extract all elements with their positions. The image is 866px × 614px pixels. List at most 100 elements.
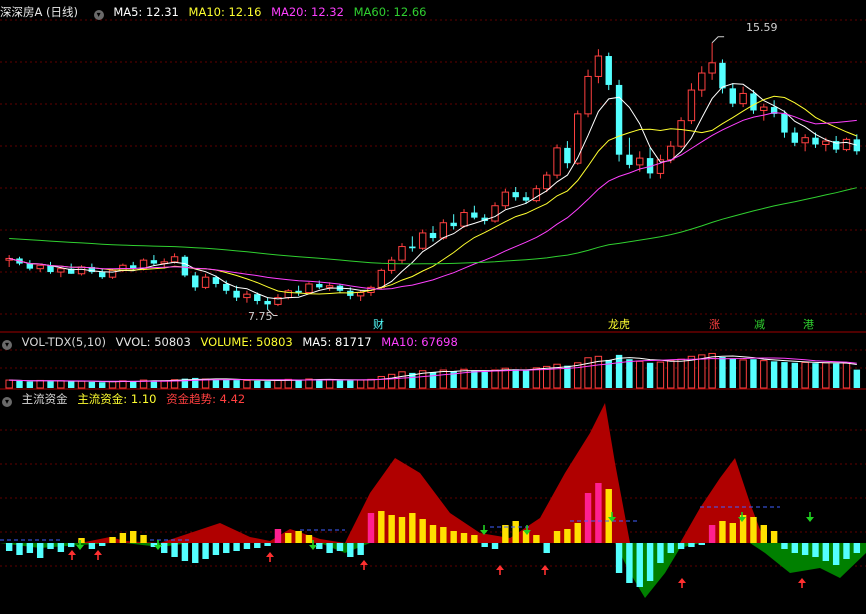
volume-bar-up [387,373,396,389]
main-fund-bar [67,543,75,547]
event-marker-cai[interactable]: 财 [373,318,384,331]
main-fund-bar [760,525,767,543]
main-fund-bar [584,493,592,543]
main-fund-bar [419,519,426,543]
volume-bar-up [243,379,251,389]
high-price-label: 15.59 [746,21,778,34]
main-fund-bar [243,543,251,549]
candle-body-up [687,89,696,122]
volume-panel-header: ▾ VOL-TDX(5,10) VVOL: 50803 VOLUME: 5080… [0,334,464,350]
candle-body-down [750,93,757,111]
volume-bar-up [5,379,13,389]
volume-bar-down [481,371,488,388]
volume-bar-up [822,362,830,389]
volume-bar-down [26,381,34,388]
vol-ma5-readout: MA5: 81717 [302,335,372,349]
candle-body-down [26,263,34,269]
candle-body-down [605,56,612,85]
candle-body-up [739,92,747,105]
candle-body-up [170,256,179,263]
main-fund-bar [336,543,344,551]
main-fund-bar [512,521,519,543]
main-fund-bar [36,543,44,558]
volume-bar-down [791,362,799,388]
ma20-readout: MA20: 12.32 [271,5,344,19]
candle-body-down [512,192,519,198]
volume-bar-up [739,359,747,389]
main-fund-bar [636,543,643,587]
candle-body-down [316,283,323,288]
volume-bar-down [471,370,478,388]
main-fund-bar [677,543,685,549]
candle-body-down [409,246,416,249]
main-fund-bar [347,543,354,557]
main-fund-bar [491,543,499,549]
candle-body-up [760,106,768,111]
arrow-head [309,545,317,550]
candle-body-up [801,137,809,144]
volume-bar-up [77,380,86,389]
ma20-line [9,112,857,290]
chevron-down-icon[interactable]: ▾ [2,340,12,350]
volume-bar-down [67,381,75,388]
main-fund-bar [698,543,705,545]
volume-bar-up [108,381,117,389]
volume-bar-up [574,362,582,389]
main-fund-bar [853,543,861,553]
event-marker-zhang[interactable]: 涨 [709,318,720,331]
volume-bar-down [522,370,530,388]
main-fund-bar [812,543,819,557]
main-fund-bar [171,543,178,557]
main-fund-bar [161,543,168,553]
volume-bar-up [439,369,448,389]
main-fund-bar [233,543,240,551]
main-fund-bar [708,525,716,543]
chart-canvas[interactable] [0,0,866,614]
candle-body-down [150,260,158,264]
candle-body-down [853,139,861,152]
candle-body-down [223,283,230,291]
buy-signal-arrow-icon [94,550,102,560]
candle-body-down [99,272,106,278]
volume-bar-down [750,359,757,388]
main-fund-bar [605,489,612,543]
event-marker-longhu[interactable]: 龙虎 [608,318,630,331]
vol-indicator-name[interactable]: VOL-TDX(5,10) [22,335,106,349]
candle-body-down [192,275,199,288]
main-fund-bar [388,515,395,543]
main-fund-bar [553,531,561,543]
candle-body-up [842,138,851,151]
main-fund-bar [832,543,840,565]
fund-panel-header: ▾ 主流资金 主流资金: 1.10 资金趋势: 4.42 [0,391,251,407]
main-fund-bar [791,543,799,553]
main-fund-bar [192,543,199,563]
volume-bar-up [667,360,675,389]
main-fund-bar [357,543,364,555]
candle-body-down [450,222,457,227]
main-fund-bar [57,543,65,552]
event-marker-gang[interactable]: 港 [803,318,814,331]
buy-signal-arrow-icon [68,550,76,560]
arrow-head [798,578,806,583]
main-fund-bar [212,543,220,555]
stock-name[interactable]: 深深房A (日线) [0,5,78,19]
volume-bar-down [719,357,726,388]
candle-body-down [791,132,799,143]
volume-bar-down [295,379,302,388]
candle-body-up [636,157,644,166]
candle-body-down [615,84,623,155]
event-marker-jian[interactable]: 减 [754,318,765,331]
volume-bar-up [842,362,851,389]
main-fund-bar [316,543,323,549]
candle-body-up [439,222,448,239]
candle-body-down [626,154,633,165]
volume-bar-up [36,379,44,389]
chevron-down-icon[interactable]: ▾ [93,10,104,20]
chevron-down-icon[interactable]: ▾ [2,397,12,407]
main-fund-bar [801,543,809,555]
ma10-readout: MA10: 12.16 [188,5,262,19]
main-fund-bar [471,535,478,543]
fund-indicator-name[interactable]: 主流资金 [22,392,68,406]
volume-bar-down [223,379,230,388]
main-fund-bar [533,535,540,543]
